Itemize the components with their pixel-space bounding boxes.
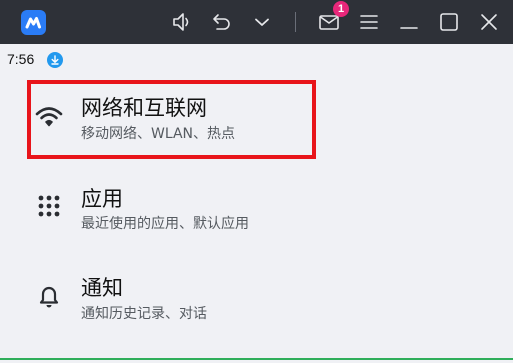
minimize-icon[interactable] <box>396 9 422 35</box>
speaker-icon[interactable] <box>169 9 195 35</box>
apps-grid-icon <box>35 192 63 220</box>
status-bar: 7:56 <box>0 44 513 74</box>
bell-icon <box>35 283 63 311</box>
close-icon[interactable] <box>476 9 502 35</box>
settings-item-notifications[interactable]: 通知 通知历史记录、对话 <box>0 262 513 346</box>
settings-item-subtitle: 通知历史记录、对话 <box>81 306 207 322</box>
notification-badge: 1 <box>333 1 349 17</box>
download-icon <box>47 52 63 68</box>
settings-item-apps[interactable]: 应用 最近使用的应用、默认应用 <box>0 172 513 256</box>
settings-item-title: 应用 <box>81 187 123 211</box>
chevron-down-icon[interactable] <box>249 9 275 35</box>
undo-icon[interactable] <box>209 9 235 35</box>
title-bar: 1 <box>0 0 513 44</box>
window-bottom-border <box>0 358 513 360</box>
settings-item-subtitle: 最近使用的应用、默认应用 <box>81 216 249 232</box>
menu-icon[interactable] <box>356 9 382 35</box>
app-logo-icon <box>21 10 46 35</box>
settings-item-title: 通知 <box>81 276 123 300</box>
highlight-box <box>27 80 316 159</box>
status-time: 7:56 <box>7 51 35 67</box>
maximize-icon[interactable] <box>436 9 462 35</box>
toolbar-divider <box>295 12 296 32</box>
